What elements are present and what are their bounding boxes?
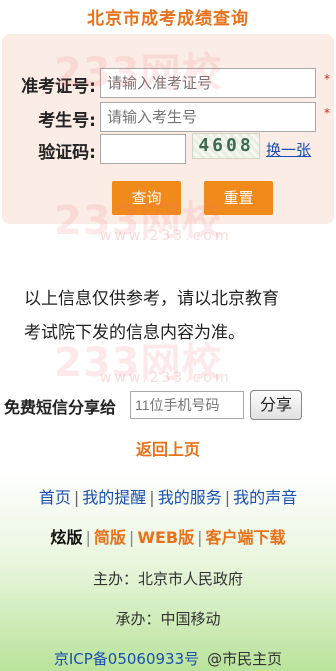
notice-line: 以上信息仅供参考，请以北京教育 <box>24 289 279 309</box>
client-download-link[interactable]: 客户端下载 <box>205 528 285 547</box>
phone-number-input[interactable] <box>130 391 244 419</box>
version-web-link[interactable]: WEB版 <box>137 528 194 547</box>
sms-share-label: 免费短信分享给 <box>4 398 117 417</box>
examinee-number-input[interactable] <box>100 102 316 132</box>
required-mark: * <box>324 106 330 120</box>
notice-line: 考试院下发的信息内容为准。 <box>24 323 245 343</box>
version-current: 炫版 <box>50 528 83 547</box>
back-link[interactable]: 返回上页 <box>0 436 336 460</box>
version-simple-link[interactable]: 简版 <box>94 528 126 547</box>
captcha-image: 4608 <box>192 133 260 159</box>
nav-link-home[interactable]: 首页 <box>39 488 71 507</box>
captcha-input[interactable] <box>100 134 186 164</box>
organizer-text: 承办：中国移动 <box>115 610 221 628</box>
page-title: 北京市成考成绩查询 <box>87 9 249 29</box>
icp-line: 京ICP备05060933号 @市民主页 <box>0 648 336 669</box>
nav-links: 首页 | 我的提醒 | 我的服务 | 我的声音 <box>38 488 298 507</box>
share-button[interactable]: 分享 <box>250 390 302 420</box>
change-captcha-link[interactable]: 换一张 <box>266 139 311 160</box>
icp-link[interactable]: 京ICP备05060933号 <box>54 650 199 668</box>
required-mark: * <box>324 72 330 86</box>
notice-text: 以上信息仅供参考，请以北京教育 考试院下发的信息内容为准。 <box>24 282 336 350</box>
examinee-row: 考生号: * <box>0 102 336 132</box>
examinee-label: 考生号: <box>38 111 96 131</box>
nav-link-reminders[interactable]: 我的提醒 <box>82 488 146 507</box>
watermark-logo: 233网校 <box>54 50 223 96</box>
version-switcher: 炫版 | 简版 | WEB版 | 客户端下载 <box>50 528 286 547</box>
watermark-domain: www.233.com <box>100 228 232 244</box>
weibo-link[interactable]: @市民主页 <box>207 650 282 668</box>
captcha-label: 验证码: <box>38 143 96 163</box>
nav-link-services[interactable]: 我的服务 <box>158 488 222 507</box>
host-text: 主办：北京市人民政府 <box>92 570 243 588</box>
nav-link-voice[interactable]: 我的声音 <box>233 488 297 507</box>
watermark-domain: www.233.com <box>100 370 232 386</box>
